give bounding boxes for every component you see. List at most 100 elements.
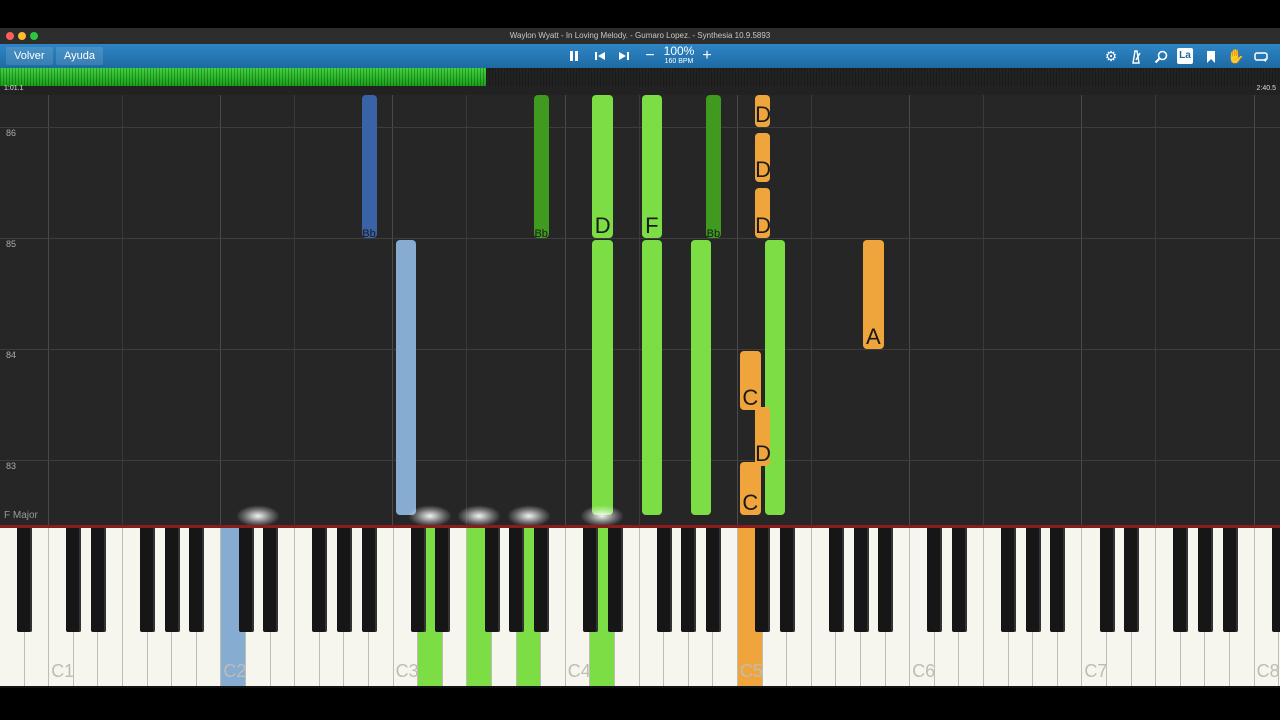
pause-icon — [570, 50, 578, 61]
piano-keyboard: C1 C2 C3 C4 C5 C6 C7 C8 — [0, 528, 1280, 688]
black-key[interactable] — [189, 528, 205, 632]
black-key[interactable] — [656, 528, 672, 632]
black-key[interactable] — [361, 528, 377, 632]
black-key[interactable] — [1099, 528, 1115, 632]
octave-label: C3 — [395, 661, 419, 681]
previous-button[interactable] — [590, 44, 610, 68]
key-glow — [236, 505, 280, 525]
measure-number: 85 — [6, 239, 17, 249]
black-key[interactable] — [509, 528, 525, 632]
note-roll: 86 85 84 83 Bb Bb D F Bb D D D A C D C F Major — [0, 95, 1280, 525]
progress-ticks — [0, 68, 1280, 86]
bookmark-button[interactable] — [1202, 47, 1220, 65]
help-button[interactable]: Ayuda — [56, 47, 103, 65]
falling-note: D — [755, 188, 771, 238]
note-label-button[interactable]: La — [1177, 48, 1193, 64]
measure-number: 83 — [6, 461, 17, 471]
window-title: Waylon Wyatt - In Loving Melody. - Gumar… — [509, 31, 771, 40]
black-key[interactable] — [582, 528, 598, 632]
falling-note: C — [740, 351, 761, 411]
black-key[interactable] — [238, 528, 254, 632]
black-key[interactable] — [1173, 528, 1189, 632]
note-label: C — [742, 490, 759, 516]
black-key[interactable] — [1197, 528, 1213, 632]
black-key[interactable] — [1001, 528, 1017, 632]
note-label: Bb — [534, 228, 548, 240]
zoom-in-button[interactable]: + — [698, 44, 716, 68]
key-signature: F Major — [4, 510, 38, 521]
search-button[interactable] — [1152, 47, 1170, 65]
black-key[interactable] — [410, 528, 426, 632]
black-key[interactable] — [140, 528, 156, 632]
metronome-button[interactable] — [1127, 47, 1145, 65]
black-key[interactable] — [90, 528, 106, 632]
minus-icon: − — [645, 47, 655, 64]
search-icon — [1154, 50, 1168, 64]
black-key[interactable] — [1271, 528, 1280, 632]
falling-note — [395, 240, 417, 516]
black-key[interactable] — [951, 528, 967, 632]
back-button[interactable]: Volver — [6, 47, 53, 65]
key-glow — [507, 505, 551, 525]
black-key[interactable] — [533, 528, 549, 632]
falling-note: D — [755, 132, 771, 183]
note-label: D — [594, 213, 611, 238]
zoom-level: 100% — [663, 44, 695, 58]
black-key[interactable] — [1124, 528, 1140, 632]
black-key[interactable] — [1222, 528, 1238, 632]
pause-button[interactable] — [564, 44, 584, 68]
zoom-out-button[interactable]: − — [641, 44, 659, 68]
black-key[interactable] — [336, 528, 352, 632]
hand-button[interactable]: ✋ — [1227, 47, 1245, 65]
black-key[interactable] — [853, 528, 869, 632]
black-key[interactable] — [263, 528, 279, 632]
note-label: Bb — [706, 228, 721, 240]
black-key[interactable] — [312, 528, 328, 632]
falling-note: Bb — [361, 95, 377, 240]
falling-note: Bb — [533, 95, 549, 240]
black-key[interactable] — [1050, 528, 1066, 632]
title-bar: Waylon Wyatt - In Loving Melody. - Gumar… — [0, 28, 1280, 44]
falling-note: Bb — [705, 95, 721, 240]
plus-icon: + — [702, 47, 712, 64]
note-label: Bb — [362, 228, 376, 240]
skip-forward-icon — [619, 51, 629, 60]
falling-note: D — [755, 406, 771, 466]
note-label: D — [755, 212, 771, 238]
falling-note: A — [863, 240, 884, 349]
song-progress-bar[interactable]: 1:01.1 2:40.5 — [0, 68, 1280, 95]
key-glow — [457, 505, 501, 525]
falling-note: F — [641, 95, 663, 238]
black-key[interactable] — [17, 528, 33, 632]
black-key[interactable] — [164, 528, 180, 632]
octave-label: C4 — [567, 661, 591, 681]
black-key[interactable] — [607, 528, 623, 632]
note-label: F — [645, 213, 659, 238]
note-label: D — [755, 157, 771, 183]
black-key[interactable] — [66, 528, 82, 632]
loop-button[interactable] — [1252, 47, 1270, 65]
falling-note — [690, 240, 712, 516]
black-key[interactable] — [1025, 528, 1041, 632]
hand-icon: ✋ — [1227, 48, 1245, 64]
octave-label: C1 — [51, 661, 75, 681]
black-key[interactable] — [755, 528, 771, 632]
toolbar: Volver Ayuda − 100% 160 BPM + ⚙ La ✋ — [0, 44, 1280, 68]
next-button[interactable] — [614, 44, 634, 68]
black-key[interactable] — [435, 528, 451, 632]
black-key[interactable] — [878, 528, 894, 632]
falling-note — [764, 240, 786, 516]
loop-icon — [1254, 52, 1268, 63]
settings-button[interactable]: ⚙ — [1102, 47, 1120, 65]
measure-line — [0, 238, 1280, 239]
black-key[interactable] — [828, 528, 844, 632]
measure-number: 86 — [6, 128, 17, 138]
black-key[interactable] — [779, 528, 795, 632]
black-key[interactable] — [927, 528, 943, 632]
octave-label: C7 — [1084, 661, 1108, 681]
black-key[interactable] — [705, 528, 721, 632]
black-key[interactable] — [681, 528, 697, 632]
measure-number: 84 — [6, 350, 17, 360]
black-key[interactable] — [484, 528, 500, 632]
octave-label: C2 — [223, 661, 247, 681]
